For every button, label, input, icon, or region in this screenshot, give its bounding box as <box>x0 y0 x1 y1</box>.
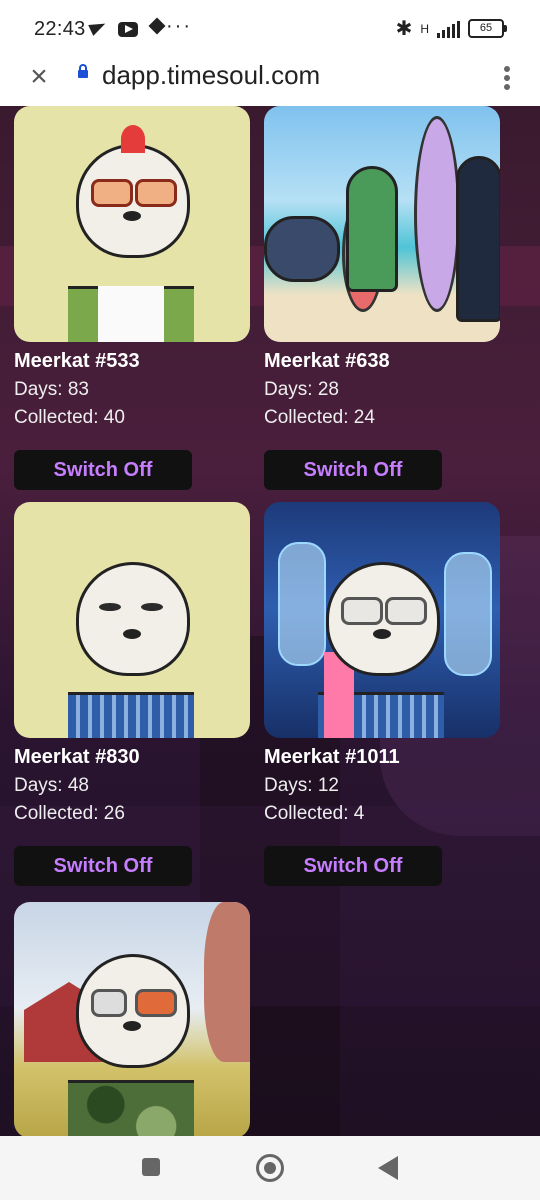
status-time: 22:43 <box>34 18 86 40</box>
home-icon[interactable] <box>256 1154 284 1182</box>
nft-card: Meerkat #830 Days: 48 Collected: 26 Swit… <box>14 502 250 886</box>
meerkat-image[interactable] <box>264 106 500 342</box>
nft-days: Days: 83 <box>14 379 89 400</box>
system-nav-bar <box>0 1136 540 1200</box>
battery-icon: 65 <box>468 19 507 38</box>
meerkat-image[interactable] <box>14 902 250 1136</box>
nft-name: Meerkat #1011 <box>264 746 400 768</box>
nft-days: Days: 28 <box>264 379 339 400</box>
status-icons-left <box>88 17 168 37</box>
url-text[interactable]: dapp.timesoul.com <box>102 60 320 91</box>
nft-name: Meerkat #830 <box>14 746 140 768</box>
kebab-menu-icon[interactable] <box>500 64 514 90</box>
browser-url-bar: × dapp.timesoul.com <box>0 58 540 106</box>
meerkat-image[interactable] <box>14 502 250 738</box>
meerkat-image[interactable] <box>264 502 500 738</box>
telegram-icon <box>88 17 108 37</box>
switch-off-button[interactable]: Switch Off <box>14 846 192 886</box>
lock-icon <box>78 64 88 78</box>
nft-collected: Collected: 4 <box>264 803 365 824</box>
nft-collected: Collected: 40 <box>14 407 125 428</box>
meerkat-image[interactable] <box>14 106 250 342</box>
close-icon[interactable]: × <box>26 62 52 92</box>
switch-off-button[interactable]: Switch Off <box>264 450 442 490</box>
nft-list: Meerkat #533 Days: 83 Collected: 40 Swit… <box>0 106 540 1136</box>
back-icon[interactable] <box>378 1156 398 1180</box>
status-right: ✱ H 65 <box>395 16 507 41</box>
nft-name: Meerkat #638 <box>264 350 390 372</box>
status-bar: 22:43 ··· ✱ H 65 <box>0 0 540 58</box>
nft-card: Meerkat #638 Days: 28 Collected: 24 Swit… <box>264 106 500 490</box>
nft-name: Meerkat #533 <box>14 350 140 372</box>
nft-card: Meerkat #533 Days: 83 Collected: 40 Swit… <box>14 106 250 490</box>
youtube-icon <box>118 21 138 37</box>
recent-apps-icon[interactable] <box>142 1158 160 1176</box>
network-type: H <box>420 21 429 36</box>
bluetooth-icon: ✱ <box>395 18 413 40</box>
nft-collected: Collected: 24 <box>264 407 375 428</box>
nft-days: Days: 48 <box>14 775 89 796</box>
nft-days: Days: 12 <box>264 775 339 796</box>
diamond-icon <box>148 17 168 37</box>
nft-collected: Collected: 26 <box>14 803 125 824</box>
nft-card: Meerkat #1011 Days: 12 Collected: 4 Swit… <box>264 502 500 886</box>
nft-card <box>14 902 250 1136</box>
more-notifications-icon: ··· <box>166 15 192 37</box>
signal-icon <box>437 20 460 38</box>
switch-off-button[interactable]: Switch Off <box>14 450 192 490</box>
switch-off-button[interactable]: Switch Off <box>264 846 442 886</box>
